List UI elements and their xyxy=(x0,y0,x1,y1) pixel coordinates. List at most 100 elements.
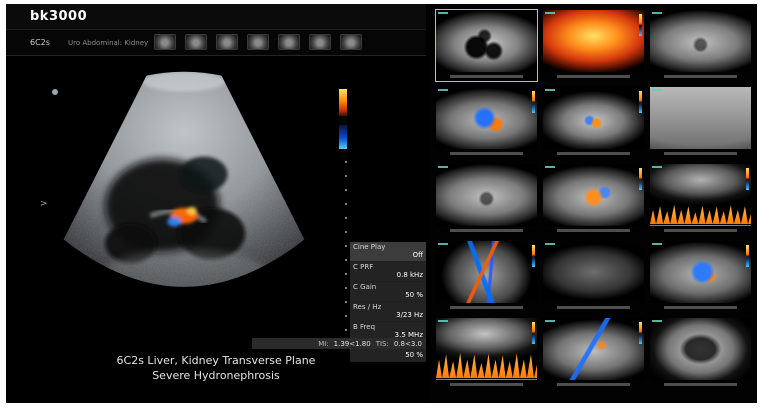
tis-value: 0.8<3.0 xyxy=(394,340,422,348)
gallery-thumbnail-1[interactable] xyxy=(436,10,537,81)
thumb-colorbar-icon xyxy=(532,91,535,113)
header-thumbnail-1[interactable] xyxy=(154,34,176,50)
mi-label: MI: xyxy=(318,340,328,348)
caption-line-1: 6C2s Liver, Kidney Transverse Plane xyxy=(6,353,426,368)
gallery-thumbnail-2[interactable] xyxy=(543,10,644,81)
thumb-caption xyxy=(543,303,644,312)
caption-line-2: Severe Hydronephrosis xyxy=(6,368,426,383)
control-c-prf[interactable]: C PRF 0.8 kHz xyxy=(350,262,426,282)
thumb-image xyxy=(650,87,751,149)
thumb-caption xyxy=(436,149,537,158)
thumb-caption xyxy=(650,226,751,235)
thumb-caption xyxy=(436,72,537,81)
tis-label: TIS: xyxy=(376,340,389,348)
thumb-image xyxy=(650,241,751,303)
app-screen: bk3000 6C2s Uro Abdominal: Kidney xyxy=(6,4,757,403)
transducer-label: 6C2s xyxy=(30,38,50,47)
mi-value: 1.39<1.80 xyxy=(334,340,371,348)
thumb-caption xyxy=(436,380,537,389)
thumb-image xyxy=(436,164,537,226)
thumb-caption xyxy=(543,380,644,389)
gallery-thumbnail-7[interactable] xyxy=(436,164,537,235)
thumb-caption xyxy=(650,72,751,81)
thumb-image xyxy=(436,10,537,72)
control-label: B Freq xyxy=(353,323,423,331)
gallery-thumbnail-6[interactable] xyxy=(650,87,751,158)
thumb-image xyxy=(543,10,644,72)
thumb-caption xyxy=(436,226,537,235)
scan-panel: bk3000 6C2s Uro Abdominal: Kidney xyxy=(6,4,426,403)
thumb-caption xyxy=(436,303,537,312)
image-caption: 6C2s Liver, Kidney Transverse Plane Seve… xyxy=(6,353,426,383)
gallery-thumbnail-9[interactable] xyxy=(650,164,751,235)
colorbar-positive xyxy=(339,89,347,116)
control-value: 50 % xyxy=(353,291,423,299)
gallery-thumbnail-8[interactable] xyxy=(543,164,644,235)
control-res-hz[interactable]: Res / Hz 3/23 Hz xyxy=(350,302,426,322)
thumb-colorbar-icon xyxy=(746,245,749,267)
header-thumbnail-7[interactable] xyxy=(340,34,362,50)
doppler-colorbar xyxy=(339,89,347,149)
gallery-thumbnail-10[interactable] xyxy=(436,241,537,312)
preset-label: Uro Abdominal: Kidney xyxy=(68,39,148,47)
thumb-image xyxy=(436,318,537,380)
colorbar-negative xyxy=(339,125,347,149)
image-gallery xyxy=(430,4,757,403)
sub-bar: 6C2s Uro Abdominal: Kidney xyxy=(6,30,426,56)
header-thumbnail-3[interactable] xyxy=(216,34,238,50)
thumb-caption xyxy=(650,303,751,312)
header-thumbnail-2[interactable] xyxy=(185,34,207,50)
control-label: C Gain xyxy=(353,283,423,291)
thumb-caption xyxy=(650,149,751,158)
thumb-image xyxy=(543,164,644,226)
control-label: Cine Play xyxy=(353,243,423,251)
status-bar: MI: 1.39<1.80 TIS: 0.8<3.0 xyxy=(252,338,426,349)
gallery-grid xyxy=(436,10,751,389)
colorbar-baseline xyxy=(339,116,347,125)
thumb-image xyxy=(650,318,751,380)
header-thumbnail-strip xyxy=(154,34,362,50)
control-value: 3/23 Hz xyxy=(353,311,423,319)
thumb-colorbar-icon xyxy=(639,322,642,344)
thumb-image xyxy=(650,164,751,226)
control-c-gain[interactable]: C Gain 50 % xyxy=(350,282,426,302)
gallery-thumbnail-5[interactable] xyxy=(543,87,644,158)
gallery-thumbnail-3[interactable] xyxy=(650,10,751,81)
page: bk3000 6C2s Uro Abdominal: Kidney xyxy=(0,0,763,409)
orientation-marker: > xyxy=(40,199,48,209)
control-label: C PRF xyxy=(353,263,423,271)
thumb-colorbar-icon xyxy=(532,322,535,344)
gallery-thumbnail-14[interactable] xyxy=(543,318,644,389)
thumb-image xyxy=(543,87,644,149)
ultrasound-image xyxy=(36,65,332,333)
thumb-image xyxy=(436,241,537,303)
thumb-colorbar-icon xyxy=(532,245,535,267)
thumb-caption xyxy=(650,380,751,389)
control-value: 0.8 kHz xyxy=(353,271,423,279)
header-thumbnail-6[interactable] xyxy=(309,34,331,50)
thumb-caption xyxy=(543,72,644,81)
thumb-caption xyxy=(543,149,644,158)
thumb-image xyxy=(543,318,644,380)
thumb-image xyxy=(543,241,644,303)
app-title: bk3000 xyxy=(30,9,87,24)
control-value: Off xyxy=(353,251,423,259)
thumb-colorbar-icon xyxy=(639,168,642,190)
gallery-thumbnail-13[interactable] xyxy=(436,318,537,389)
title-bar: bk3000 xyxy=(6,4,426,30)
depth-scale xyxy=(345,161,347,333)
control-cine-play[interactable]: Cine Play Off xyxy=(350,242,426,262)
thumb-image xyxy=(650,10,751,72)
probe-orientation-dot xyxy=(52,89,58,95)
thumb-colorbar-icon xyxy=(746,168,749,190)
scan-area: > Cine Play Off C PRF 0.8 kHz xyxy=(6,57,426,349)
gallery-thumbnail-4[interactable] xyxy=(436,87,537,158)
thumb-caption xyxy=(543,226,644,235)
header-thumbnail-4[interactable] xyxy=(247,34,269,50)
header-thumbnail-5[interactable] xyxy=(278,34,300,50)
thumb-colorbar-icon xyxy=(639,14,642,36)
thumb-image xyxy=(436,87,537,149)
gallery-thumbnail-15[interactable] xyxy=(650,318,751,389)
gallery-thumbnail-12[interactable] xyxy=(650,241,751,312)
gallery-thumbnail-11[interactable] xyxy=(543,241,644,312)
